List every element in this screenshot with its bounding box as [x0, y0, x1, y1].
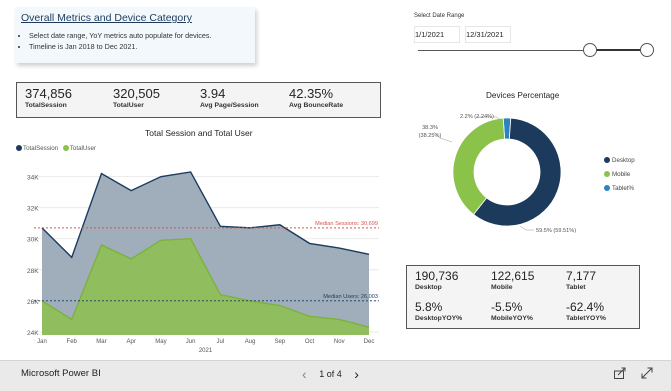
x-tick-label: Nov [334, 339, 345, 345]
kpi-avg-page-session: 3.94 Avg Page/Session [200, 86, 259, 109]
slider-start-handle[interactable] [583, 43, 597, 57]
page-indicator: 1 of 4 [319, 369, 342, 379]
power-bi-brand[interactable]: Microsoft Power BI [21, 368, 101, 379]
kpi-label: Avg Page/Session [200, 102, 259, 109]
device-yoy-value: 5.8% [415, 300, 462, 314]
kpi-label: TotalUser [113, 102, 160, 109]
kpi-band: 374,856 TotalSession 320,505 TotalUser 3… [16, 82, 381, 118]
donut-chart-title: Devices Percentage [486, 91, 559, 100]
devices-donut-chart[interactable]: 2.2% (2.24%) 38.3% (38.25%) 59.5% (59.51%) [410, 108, 610, 238]
device-yoy-label: DesktopYOY% [415, 315, 462, 322]
y-tick-label: 34K [27, 175, 39, 182]
legend-dot-icon [604, 157, 610, 163]
info-card-bullets: Select date range, YoY metrics auto popu… [19, 30, 211, 52]
legend-dot-icon [604, 185, 610, 191]
device-mobile: 122,615 Mobile [491, 269, 534, 291]
date-range-label: Select Date Range [414, 13, 464, 19]
kpi-value: 320,505 [113, 86, 160, 101]
device-label: Tablet [566, 284, 596, 291]
x-tick-label: Jan [37, 339, 47, 345]
end-date-input[interactable]: 12/31/2021 [465, 26, 511, 43]
donut-data-label-mobile: 38.3% [422, 125, 438, 131]
kpi-value: 3.94 [200, 86, 259, 101]
device-desktop-yoy: 5.8% DesktopYOY% [415, 300, 462, 322]
device-value: 7,177 [566, 269, 596, 283]
kpi-label: Avg BounceRate [289, 102, 343, 109]
kpi-total-session: 374,856 TotalSession [25, 86, 72, 109]
donut-leader-line [520, 226, 534, 230]
reference-line-label: Median Sessions: 30,699 [315, 221, 378, 227]
x-tick-label: Aug [245, 339, 256, 345]
kpi-label: TotalSession [25, 102, 72, 109]
kpi-total-user: 320,505 TotalUser [113, 86, 160, 109]
device-tablet-yoy: -62.4% TabletYOY% [566, 300, 606, 322]
share-icon[interactable] [613, 366, 627, 380]
device-value: 122,615 [491, 269, 534, 283]
x-tick-label: May [155, 339, 166, 345]
x-tick-label: Apr [127, 339, 136, 345]
device-value: 190,736 [415, 269, 458, 283]
x-tick-label: Mar [96, 339, 106, 345]
info-bullet: Timeline is Jan 2018 to Dec 2021. [29, 41, 211, 52]
legend-dot-icon [604, 171, 610, 177]
date-slider-range [590, 49, 646, 51]
x-tick-label: Feb [67, 339, 78, 345]
device-label: Mobile [491, 284, 534, 291]
start-date-input[interactable]: 1/1/2021 [414, 26, 460, 43]
x-tick-label: Sep [274, 339, 285, 345]
expand-icon[interactable] [640, 366, 654, 380]
device-stats-card: 190,736 Desktop 122,615 Mobile 7,177 Tab… [406, 265, 640, 329]
device-yoy-label: TabletYOY% [566, 315, 606, 322]
y-tick-label: 24K [27, 330, 39, 337]
device-tablet: 7,177 Tablet [566, 269, 596, 291]
donut-data-label-mobile-pct: (38.25%) [419, 133, 442, 139]
kpi-value: 42.35% [289, 86, 343, 101]
device-mobile-yoy: -5.5% MobileYOY% [491, 300, 533, 322]
donut-data-label-tablet: 2.2% (2.24%) [460, 114, 494, 120]
donut-legend-mobile[interactable]: Mobile [604, 171, 630, 178]
kpi-avg-bounce-rate: 42.35% Avg BounceRate [289, 86, 343, 109]
x-tick-label: Oct [305, 339, 315, 345]
donut-data-label-desktop: 59.5% (59.51%) [536, 228, 576, 234]
x-tick-label: Dec [364, 339, 375, 345]
info-card-title: Overall Metrics and Device Category [21, 12, 192, 24]
x-tick-label: Jul [217, 339, 225, 345]
x-axis-title: 2021 [199, 348, 213, 354]
legend-label: Desktop [612, 157, 635, 164]
session-user-area-chart[interactable]: 24K 26K 28K 30K 32K 34K Median Sessions: 30,69… [0, 150, 390, 355]
donut-legend-desktop[interactable]: Desktop [604, 157, 635, 164]
slider-end-handle[interactable] [640, 43, 654, 57]
donut-slice-mobile [453, 118, 505, 214]
info-card: Overall Metrics and Device Category Sele… [15, 7, 255, 63]
legend-label: Mobile [612, 171, 630, 178]
next-page-button[interactable]: › [354, 366, 359, 382]
y-tick-label: 32K [27, 206, 39, 213]
x-tick-label: Jun [186, 339, 196, 345]
y-tick-label: 30K [27, 237, 39, 244]
info-bullet: Select date range, YoY metrics auto popu… [29, 30, 211, 41]
y-tick-label: 26K [27, 299, 39, 306]
device-yoy-value: -62.4% [566, 300, 606, 314]
device-yoy-label: MobileYOY% [491, 315, 533, 322]
page-navigator: ‹ 1 of 4 › [302, 366, 359, 382]
device-yoy-value: -5.5% [491, 300, 533, 314]
donut-legend-tablet[interactable]: Tablet% [604, 185, 634, 192]
line-chart-title: Total Session and Total User [145, 128, 253, 138]
kpi-value: 374,856 [25, 86, 72, 101]
y-tick-label: 28K [27, 268, 39, 275]
previous-page-button[interactable]: ‹ [302, 366, 307, 382]
reference-line-label: Median Users: 26,003 [323, 294, 378, 300]
device-label: Desktop [415, 284, 458, 291]
device-desktop: 190,736 Desktop [415, 269, 458, 291]
legend-label: Tablet% [612, 185, 634, 192]
